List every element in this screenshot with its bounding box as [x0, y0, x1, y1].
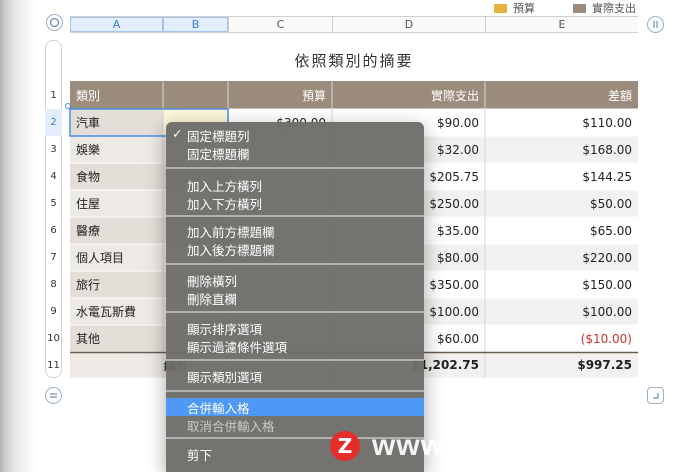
row-number[interactable]: 2 [45, 109, 62, 136]
watermark-logo: Z [330, 431, 360, 461]
menu-item-add-column-before[interactable]: 加入前方標題欄 [166, 222, 424, 240]
difference-cell[interactable]: $50.00 [485, 190, 638, 217]
difference-cell[interactable]: $997.25 [485, 352, 638, 378]
context-menu: ✓ 固定標題列固定標題欄加入上方橫列 加入下方橫列 加入前方標題欄 加入後方標題欄 刪除橫… [166, 122, 424, 472]
menu-item-label: 刪除直欄 [187, 291, 238, 307]
category-cell[interactable]: 水電瓦斯費 [70, 298, 163, 325]
menu-item-label: 加入下方橫列 [187, 196, 263, 212]
difference-cell[interactable]: $168.00 [485, 136, 638, 163]
row-number[interactable]: 1 [45, 81, 62, 109]
menu-item-label: 取消合併輸入格 [187, 418, 275, 434]
row-number[interactable]: 3 [45, 136, 62, 163]
menu-item-add-row-above[interactable]: 加入上方橫列 [166, 176, 424, 194]
category-cell[interactable]: 住屋 [70, 190, 163, 217]
menu-item-add-row-below[interactable]: 加入下方橫列 [166, 194, 424, 212]
column-header-cell[interactable]: 預算 [228, 81, 332, 109]
menu-item-label: 刪除橫列 [187, 273, 238, 289]
menu-item-label: 顯示類別選項 [187, 369, 263, 385]
numbers-window: 預算 實際支出 A B C D E 依照類別的摘要 類別預算實際支出差額汽車$3… [0, 0, 682, 472]
menu-item-add-column-after[interactable]: 加入後方標題欄 [166, 240, 424, 258]
difference-cell[interactable]: $110.00 [485, 109, 638, 136]
row-number[interactable]: 9 [45, 298, 62, 325]
column-header-cell[interactable]: 實際支出 [332, 81, 485, 109]
difference-cell[interactable]: $100.00 [485, 298, 638, 325]
watermark-text: www.MacZ.com [372, 429, 608, 462]
menu-item-label: 顯示排序選項 [187, 321, 263, 337]
menu-item-label: 加入後方標題欄 [187, 242, 275, 258]
row-number[interactable]: 8 [45, 271, 62, 298]
category-cell[interactable]: 食物 [70, 163, 163, 190]
menu-separator [166, 311, 424, 313]
difference-cell[interactable]: $220.00 [485, 244, 638, 271]
difference-cell[interactable]: ($10.00) [485, 325, 638, 352]
row-number[interactable]: 4 [45, 163, 62, 190]
difference-cell[interactable]: $150.00 [485, 271, 638, 298]
menu-separator [166, 390, 424, 392]
menu-item-delete-row[interactable]: 刪除橫列 [166, 271, 424, 289]
column-header-cell[interactable]: 差額 [485, 81, 638, 109]
column-header-cell[interactable]: 類別 [70, 81, 163, 109]
category-cell[interactable]: 娛樂 [70, 136, 163, 163]
row-number[interactable]: 7 [45, 244, 62, 271]
menu-separator [166, 167, 424, 169]
menu-item-label: 固定標題欄 [187, 146, 250, 162]
menu-separator [166, 215, 424, 217]
menu-item-show-sort-options[interactable]: 顯示排序選項 [166, 319, 424, 337]
row-number[interactable]: 11 [45, 352, 62, 378]
menu-item-label: 合併輸入格 [187, 400, 250, 416]
difference-cell[interactable]: $144.25 [485, 163, 638, 190]
category-cell[interactable]: 汽車 [70, 109, 163, 136]
row-number[interactable]: 5 [45, 190, 62, 217]
menu-item-freeze-header-columns[interactable]: 固定標題欄 [166, 144, 424, 162]
category-cell[interactable]: 個人項目 [70, 244, 163, 271]
menu-item-show-category-options[interactable]: 顯示類別選項 [166, 367, 424, 385]
menu-item-show-filter-options[interactable]: 顯示過濾條件選項 [166, 337, 424, 355]
menu-item-label: 加入上方橫列 [187, 178, 263, 194]
menu-separator [166, 359, 424, 361]
menu-separator [166, 263, 424, 265]
row-number[interactable]: 10 [45, 325, 62, 352]
menu-item-label: 固定標題列 [187, 128, 250, 144]
category-cell[interactable]: 旅行 [70, 271, 163, 298]
menu-item-label: 剪下 [187, 447, 213, 463]
row-number[interactable]: 6 [45, 217, 62, 244]
menu-item-label: 顯示過濾條件選項 [187, 339, 288, 355]
menu-item-freeze-header-rows[interactable]: ✓ 固定標題列 [166, 126, 424, 144]
menu-item-label: 加入前方標題欄 [187, 224, 275, 240]
category-cell[interactable]: 其他 [70, 325, 163, 352]
watermark: Z www.MacZ.com [330, 424, 608, 468]
category-cell[interactable]: 醫療 [70, 217, 163, 244]
checkmark-icon: ✓ [172, 126, 183, 141]
difference-cell[interactable]: $65.00 [485, 217, 638, 244]
column-header-cell[interactable] [163, 81, 228, 109]
menu-item-delete-column[interactable]: 刪除直欄 [166, 289, 424, 307]
menu-item-merge-cells[interactable]: 合併輸入格 [166, 398, 424, 416]
